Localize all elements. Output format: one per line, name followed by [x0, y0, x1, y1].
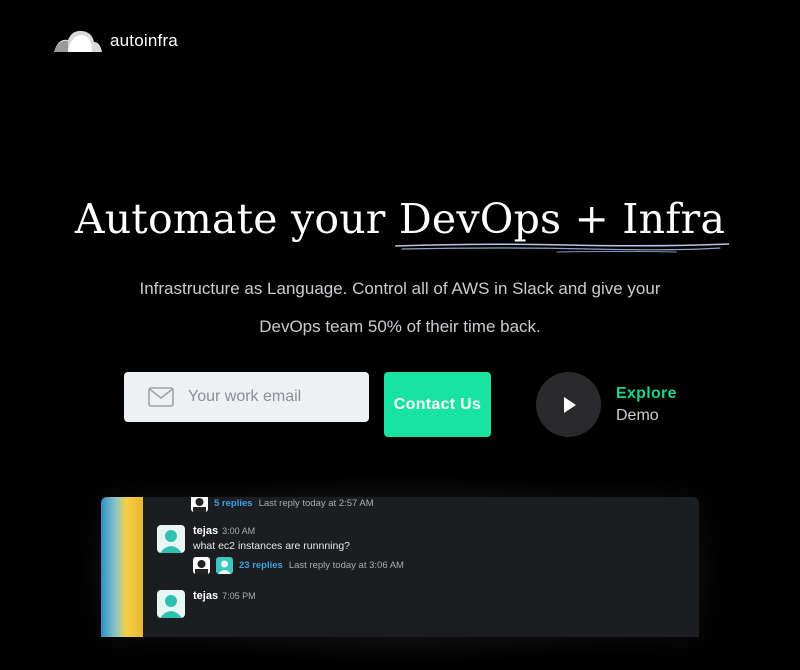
slack-message: tejas 3:00 AM what ec2 instances are runn…	[157, 525, 404, 574]
avatar-mini-icon	[193, 557, 210, 574]
user-avatar	[157, 525, 185, 553]
subtitle-line-1: Infrastructure as Language. Control all …	[139, 279, 661, 298]
play-demo-button[interactable]	[536, 372, 601, 437]
thread-last-reply: Last reply today at 3:06 AM	[288, 560, 404, 571]
thread-replies-link[interactable]: 5 replies	[214, 498, 253, 509]
avatar-mini-icon	[216, 557, 233, 574]
cloud-logo-icon	[54, 30, 102, 52]
headline-plain: Automate your	[74, 195, 399, 243]
hero-headline: Automate your DevOps + Infra	[0, 195, 800, 253]
slack-sidebar	[101, 497, 143, 637]
slack-preview-window: 5 replies Last reply today at 2:57 AM te…	[101, 497, 699, 637]
brand-name: autoinfra	[110, 31, 178, 50]
thread-summary[interactable]: 23 replies Last reply today at 3:06 AM	[193, 557, 404, 574]
explore-label: Explore	[616, 385, 677, 402]
thread-replies-link[interactable]: 23 replies	[239, 560, 283, 571]
message-time: 3:00 AM	[222, 526, 256, 536]
message-author[interactable]: tejas	[193, 590, 218, 602]
thread-last-reply: Last reply today at 2:57 AM	[258, 498, 374, 509]
contact-us-button[interactable]: Contact Us	[384, 372, 491, 437]
email-field[interactable]	[186, 387, 360, 407]
subtitle-line-2: DevOps team 50% of their time back.	[259, 317, 541, 336]
slack-message: tejas 7:05 PM	[157, 590, 256, 618]
email-field-container[interactable]	[124, 372, 369, 422]
play-icon	[563, 396, 576, 413]
message-author[interactable]: tejas	[193, 525, 218, 537]
brand-logo[interactable]: autoinfra	[54, 28, 178, 54]
headline-underlined: DevOps + Infra	[395, 195, 729, 253]
hero-subtitle: Infrastructure as Language. Control all …	[100, 270, 700, 346]
demo-label: Demo	[616, 407, 659, 424]
slack-message-area: 5 replies Last reply today at 2:57 AM te…	[143, 497, 699, 637]
scribble-underline-icon	[395, 243, 729, 253]
user-avatar	[157, 590, 185, 618]
headline-underlined-text: DevOps + Infra	[398, 195, 726, 243]
message-text: what ec2 instances are runnning?	[193, 540, 351, 552]
thread-summary[interactable]: 5 replies Last reply today at 2:57 AM	[191, 497, 374, 512]
explore-demo-link[interactable]: Explore Demo	[616, 383, 677, 427]
avatar-mini-icon	[191, 497, 208, 512]
mail-icon	[148, 387, 174, 407]
